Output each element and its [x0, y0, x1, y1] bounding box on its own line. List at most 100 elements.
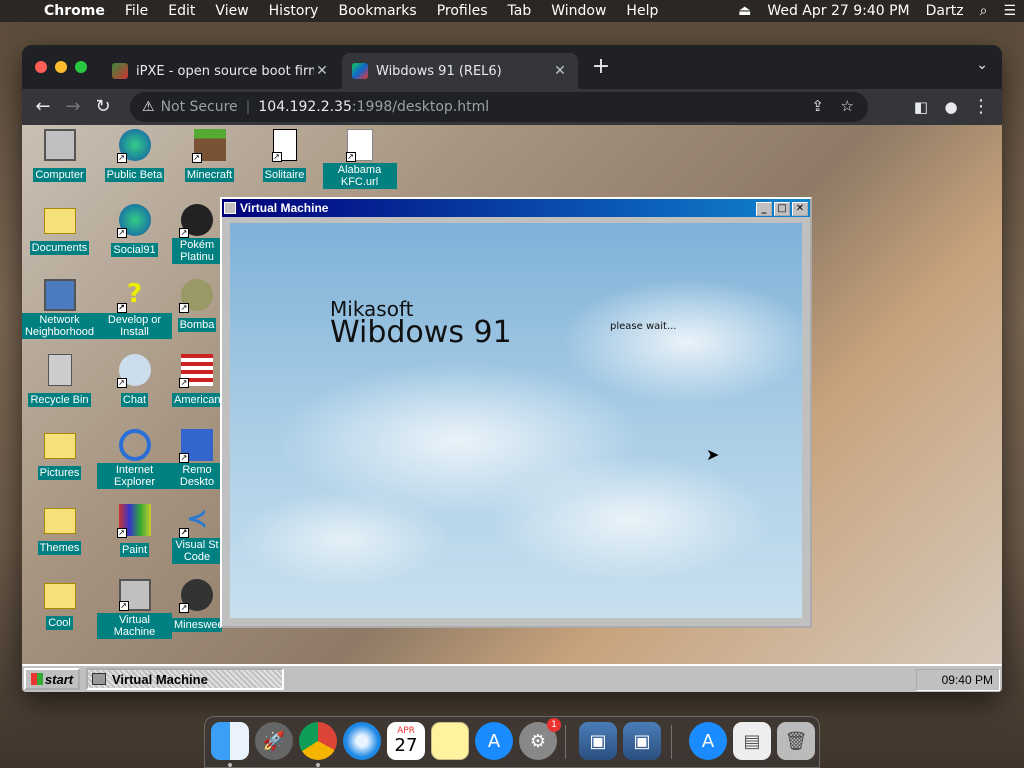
menu-tab[interactable]: Tab [498, 3, 542, 19]
tab-title: Wibdows 91 (REL6) [376, 63, 502, 79]
icon-label: Social91 [111, 243, 158, 257]
taskbar-item-label: Virtual Machine [112, 671, 208, 687]
desktop-icon-recycle-bin[interactable]: Recycle Bin [22, 350, 97, 407]
icon-label: Chat [120, 393, 149, 407]
icon-label: Visual St Code [172, 538, 222, 564]
desktop-icon-themes[interactable]: Themes [22, 500, 97, 555]
notification-badge: 1 [547, 718, 561, 732]
tab-title: iPXE - open source boot firmware [136, 63, 314, 79]
menu-view[interactable]: View [205, 3, 258, 19]
tray-clock[interactable]: 09:40 PM [942, 673, 993, 687]
desktop-icon-virtual-machine[interactable]: ↗ Virtual Machine [97, 575, 172, 639]
icon-label: Cool [46, 616, 73, 630]
minimize-button[interactable]: _ [756, 202, 772, 216]
desktop-icon-public-beta[interactable]: ↗ Public Beta [97, 125, 172, 182]
desktop-icon-american[interactable]: ↗ American [172, 350, 222, 407]
virtualbox-icon[interactable]: ▣ [579, 722, 617, 760]
window-title-bar[interactable]: Virtual Machine _ □ ✕ [222, 199, 810, 217]
desktop-icon-computer[interactable]: Computer [22, 125, 97, 182]
app-store-downloads-icon[interactable]: A [689, 722, 727, 760]
tab-ipxe[interactable]: iPXE - open source boot firmware ✕ [102, 53, 340, 89]
back-button[interactable]: ← [28, 92, 58, 122]
system-preferences-icon[interactable]: ⚙ 1 [519, 718, 561, 760]
menu-file[interactable]: File [115, 3, 158, 19]
reload-button[interactable]: ↻ [88, 92, 118, 122]
taskbar-item-virtual-machine[interactable]: Virtual Machine [86, 668, 284, 690]
globe-icon: ↗ [116, 204, 151, 238]
launchpad-icon[interactable]: 🚀 [255, 722, 293, 760]
chrome-icon[interactable] [299, 722, 337, 760]
app-store-icon[interactable]: A [475, 722, 513, 760]
document-icon[interactable]: ▤ [733, 722, 771, 760]
desktop-icon-cool[interactable]: Cool [22, 575, 97, 630]
more-menu-icon[interactable]: ⋮ [966, 92, 996, 122]
profile-avatar-icon[interactable]: ● [936, 92, 966, 122]
icon-label: Themes [37, 541, 82, 555]
control-center-icon[interactable]: ☰ [995, 3, 1024, 19]
virtual-machine-window[interactable]: Virtual Machine _ □ ✕ Mikasoft Wibdows 9… [220, 197, 812, 628]
desktop-icon-chat[interactable]: ↗ Chat [97, 350, 172, 407]
share-icon[interactable]: ⇪ [811, 97, 824, 115]
address-bar[interactable]: ⚠ Not Secure | 104.192.2.35 :1998/deskto… [130, 92, 868, 122]
globe-icon: ↗ [116, 129, 151, 163]
vm-boot-screen[interactable]: Mikasoft Wibdows 91 please wait... ➤ [230, 223, 802, 618]
calendar-icon[interactable]: APR 27 [387, 722, 425, 760]
icon-label: Internet Explorer [97, 463, 172, 489]
menu-help[interactable]: Help [616, 3, 668, 19]
desktop-icon-alabama-kfc[interactable]: ↗ Alabama KFC.url [322, 125, 397, 189]
close-tab-icon[interactable]: ✕ [552, 63, 568, 79]
menu-bookmarks[interactable]: Bookmarks [328, 3, 426, 19]
desktop-icon-remote-desktop[interactable]: ↗ Remo Deskto [172, 425, 222, 489]
tab-wibdows[interactable]: Wibdows 91 (REL6) ✕ [342, 53, 578, 89]
eject-icon[interactable]: ⏏ [730, 3, 759, 19]
dock-divider [565, 725, 566, 759]
recycle-bin-icon [47, 354, 72, 386]
desktop-icon-solitaire[interactable]: ↗ Solitaire [247, 125, 322, 182]
desktop-icon-develop[interactable]: ? ↗ Develop or Install [97, 275, 172, 339]
desktop-icon-pictures[interactable]: Pictures [22, 425, 97, 480]
desktop-icon-internet-explorer[interactable]: Internet Explorer [97, 425, 172, 489]
start-button[interactable]: start [24, 668, 80, 690]
icon-label: Network Neighborhood [22, 313, 97, 339]
zoom-window-icon[interactable] [75, 61, 87, 73]
warning-icon[interactable]: ⚠ [142, 99, 155, 115]
forward-button[interactable]: → [58, 92, 88, 122]
menu-app-name[interactable]: Chrome [34, 3, 115, 19]
spotlight-search-icon[interactable]: ⌕ [972, 3, 996, 19]
maximize-button[interactable]: □ [774, 202, 790, 216]
desktop-icon-pokemon[interactable]: ↗ Pokém Platinu [172, 200, 222, 264]
close-tab-icon[interactable]: ✕ [314, 63, 330, 79]
safari-icon[interactable] [343, 722, 381, 760]
desktop-icon-vscode[interactable]: ≺ ↗ Visual St Code [172, 500, 222, 564]
desktop-icon-bomberman[interactable]: ↗ Bomba [172, 275, 222, 332]
wibdows-taskbar: start Virtual Machine 09:40 PM [22, 664, 1002, 692]
ipxe-favicon-icon [112, 63, 128, 79]
menu-history[interactable]: History [259, 3, 329, 19]
menu-edit[interactable]: Edit [158, 3, 205, 19]
virtualbox-icon[interactable]: ▣ [623, 722, 661, 760]
desktop-icon-paint[interactable]: ↗ Paint [97, 500, 172, 557]
notes-icon[interactable] [431, 722, 469, 760]
bookmark-star-icon[interactable]: ☆ [841, 97, 854, 115]
minimize-window-icon[interactable] [55, 61, 67, 73]
desktop-icon-network[interactable]: Network Neighborhood [22, 275, 97, 339]
desktop-icon-minesweeper[interactable]: ↗ Minesweep [172, 575, 222, 632]
side-panel-icon[interactable]: ◧ [906, 92, 936, 122]
close-window-icon[interactable] [35, 61, 47, 73]
menubar-user[interactable]: Dartz [918, 3, 972, 19]
trash-icon[interactable]: 🗑 [777, 722, 815, 760]
desktop-icon-documents[interactable]: Documents [22, 200, 97, 255]
finder-icon[interactable] [211, 722, 249, 760]
close-button[interactable]: ✕ [792, 202, 808, 216]
desktop-icon-minecraft[interactable]: ↗ Minecraft [172, 125, 247, 182]
tab-search-chevron-icon[interactable]: ⌄ [976, 57, 988, 73]
chat-bubble-icon: ↗ [116, 354, 151, 388]
menubar-clock[interactable]: Wed Apr 27 9:40 PM [759, 3, 917, 19]
start-label: start [44, 671, 74, 687]
internet-shortcut-icon: ↗ [345, 129, 373, 162]
desktop-icon-social91[interactable]: ↗ Social91 [97, 200, 172, 257]
new-tab-button[interactable]: + [590, 56, 612, 79]
menu-profiles[interactable]: Profiles [427, 3, 498, 19]
menu-window[interactable]: Window [541, 3, 616, 19]
icon-label: Recycle Bin [28, 393, 91, 407]
